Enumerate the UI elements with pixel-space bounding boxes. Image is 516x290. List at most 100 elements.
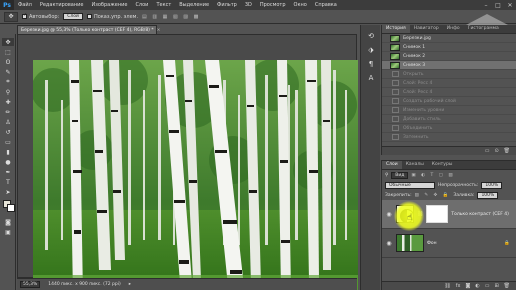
screen-mode-icon[interactable]: ▣ — [2, 228, 14, 236]
history-item[interactable]: Березки.jpg — [382, 34, 516, 43]
menu-type[interactable]: Текст — [152, 2, 175, 8]
menu-layers[interactable]: Слои — [131, 2, 152, 8]
pen-tool-icon[interactable]: ✒ — [2, 168, 14, 176]
gradient-tool-icon[interactable]: ▮ — [2, 148, 14, 156]
add-mask-icon[interactable]: ◙ — [465, 283, 470, 289]
history-item[interactable]: Объединить — [382, 124, 516, 133]
history-item[interactable]: Затемнить — [382, 133, 516, 142]
tab-layers[interactable]: Слои — [382, 161, 402, 169]
healing-brush-tool-icon[interactable]: ✚ — [2, 98, 14, 106]
move-tool-icon[interactable]: ✥ — [4, 11, 18, 22]
history-item[interactable]: Изменить уровни — [382, 106, 516, 115]
eyedropper-tool-icon[interactable]: ⚲ — [2, 88, 14, 96]
history-item[interactable]: Добавить стиль — [382, 115, 516, 124]
opacity-field[interactable]: 100% — [481, 181, 503, 189]
menu-file[interactable]: Файл — [14, 2, 36, 8]
autoselect-dropdown[interactable]: Слой — [63, 13, 83, 20]
paragraph-panel-icon[interactable]: ¶ — [365, 59, 377, 69]
new-document-from-state-icon[interactable]: ▭ — [485, 148, 490, 154]
folder-icon[interactable]: ▭ — [485, 283, 490, 289]
panel-icons-strip: ⟲ ⬗ ¶ A — [360, 25, 380, 290]
layer-filter-dropdown[interactable]: Вид — [391, 171, 409, 179]
lasso-tool-icon[interactable]: ʘ — [2, 58, 14, 66]
history-brush-tool-icon[interactable]: ↺ — [2, 128, 14, 136]
eye-icon[interactable]: ◉ — [385, 240, 393, 247]
history-state-icon — [392, 125, 399, 131]
marquee-tool-icon[interactable]: ⬚ — [2, 48, 14, 56]
link-layers-icon[interactable]: ⛓ — [444, 283, 450, 289]
trash-icon[interactable]: 🗑 — [504, 148, 510, 154]
dodge-tool-icon[interactable]: ● — [2, 158, 14, 166]
move-tool-icon[interactable]: ✥ — [2, 38, 14, 46]
maximize-button[interactable]: □ — [492, 0, 504, 10]
color-swatches[interactable] — [3, 200, 15, 212]
tab-paths[interactable]: Контуры — [428, 161, 457, 169]
status-arrow-icon[interactable]: ▸ — [129, 282, 131, 287]
quick-mask-icon[interactable]: ◙ — [2, 218, 14, 226]
layer-name: Только контраст (CEF 4) — [451, 211, 509, 217]
history-item[interactable]: Слой: Ресс 4 — [382, 79, 516, 88]
autoselect-checkbox[interactable]: Автовыбор: — [22, 12, 59, 20]
lock-icon: 🔒 — [504, 240, 510, 246]
layer-mask-thumbnail[interactable] — [426, 205, 449, 223]
status-bar: 55,3% 1440 пикс. x 900 пикс. (72 ppi) ▸ — [17, 278, 357, 290]
history-item[interactable]: Снимок 1 — [382, 43, 516, 52]
history-item[interactable]: Снимок 2 — [382, 52, 516, 61]
path-selection-tool-icon[interactable]: ➤ — [2, 188, 14, 196]
history-state-icon — [392, 80, 399, 86]
tab-history[interactable]: История — [382, 25, 410, 33]
canvas-area[interactable] — [17, 34, 358, 290]
transform-controls-checkbox[interactable]: Показ.упр. элем. — [86, 13, 138, 20]
stamp-tool-icon[interactable]: ♙ — [2, 118, 14, 126]
tab-navigator[interactable]: Навигатор — [410, 25, 443, 33]
snapshot-thumbnail — [390, 61, 400, 69]
type-tool-icon[interactable]: T — [2, 178, 14, 186]
tab-channels[interactable]: Каналы — [402, 161, 428, 169]
brush-tool-icon[interactable]: ✏ — [2, 108, 14, 116]
new-layer-icon[interactable]: ⊞ — [494, 283, 498, 289]
eye-icon[interactable]: ◉ — [385, 211, 393, 218]
background-color-swatch[interactable] — [7, 204, 15, 212]
filter-icons[interactable]: ▣ ◐ T ▢ ▨ — [411, 173, 454, 178]
history-panel: История Навигатор Инфо Гистограмма Берез… — [381, 25, 516, 155]
fill-field[interactable]: 100% — [477, 191, 499, 199]
menu-select[interactable]: Выделение — [175, 2, 213, 8]
menu-view[interactable]: Просмотр — [256, 2, 290, 8]
history-state-icon — [392, 98, 399, 104]
history-panel-icon[interactable]: ⟲ — [365, 31, 377, 41]
lock-row: Закрепить: ▨ ✎ ✥ 🔒 Заливка: 100% — [382, 190, 516, 200]
history-item[interactable]: Снимок 3 — [382, 61, 516, 70]
menu-window[interactable]: Окно — [290, 2, 311, 8]
tab-info[interactable]: Инфо — [443, 25, 464, 33]
minimize-button[interactable]: – — [480, 0, 492, 10]
trash-icon[interactable]: 🗑 — [504, 283, 510, 289]
align-icons[interactable]: ▤ ▥ ▦ ▧ ▨ ▩ — [142, 14, 200, 20]
birch-forest-image[interactable] — [33, 60, 358, 290]
layer-row-background[interactable]: ◉ Фон 🔒 — [382, 229, 516, 258]
character-panel-icon[interactable]: A — [365, 73, 377, 83]
adjustment-icon[interactable]: ◐ — [475, 283, 479, 289]
camera-icon[interactable]: ⊙ — [494, 148, 498, 154]
menu-help[interactable]: Справка — [311, 2, 341, 8]
menu-edit[interactable]: Редактирование — [36, 2, 88, 8]
menu-filter[interactable]: Фильтр — [213, 2, 241, 8]
zoom-level-field[interactable]: 55,3% — [20, 281, 41, 288]
history-state-icon — [392, 107, 399, 113]
close-button[interactable]: ✕ — [504, 0, 516, 10]
menu-image[interactable]: Изображение — [87, 2, 131, 8]
layer-name: Фон — [427, 240, 437, 246]
quick-selection-tool-icon[interactable]: ✎ — [2, 68, 14, 76]
history-item[interactable]: Слой: Ресс 4 — [382, 88, 516, 97]
blend-mode-dropdown[interactable]: Обычные — [385, 181, 435, 189]
tab-histogram[interactable]: Гистограмма — [464, 25, 503, 33]
lock-icons[interactable]: ▨ ✎ ✥ 🔒 — [415, 193, 451, 198]
fx-icon[interactable]: fx — [456, 283, 461, 289]
menu-3d[interactable]: 3D — [241, 2, 256, 8]
document-tab[interactable]: Березки.jpg @ 55,3% (Только контраст (CE… — [17, 25, 160, 34]
crop-tool-icon[interactable]: ⌗ — [2, 78, 14, 86]
navigator-panel-icon[interactable]: ⬗ — [365, 45, 377, 55]
history-item[interactable]: Открыть — [382, 70, 516, 79]
close-tab-icon[interactable]: × — [157, 28, 161, 33]
eraser-tool-icon[interactable]: ▭ — [2, 138, 14, 146]
history-item[interactable]: Создать рабочий слой — [382, 97, 516, 106]
